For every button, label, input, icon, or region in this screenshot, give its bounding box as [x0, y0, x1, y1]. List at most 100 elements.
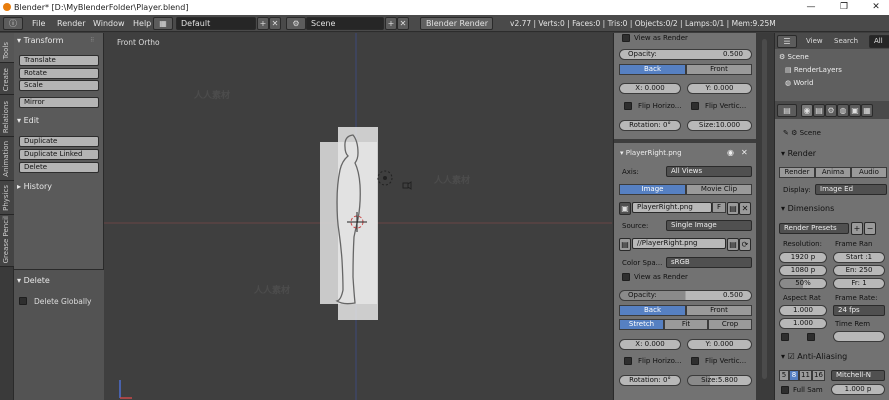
scene-dropdown[interactable]: Scene: [306, 17, 384, 30]
editor-type-icon[interactable]: ⓘ: [3, 17, 23, 30]
delete-button[interactable]: Delete: [19, 162, 99, 173]
image-entry-header[interactable]: ▾ PlayerRight.png: [620, 149, 682, 157]
x-offset-top-field[interactable]: X: 0.000: [619, 83, 681, 94]
axis-dropdown[interactable]: All Views: [666, 166, 752, 177]
back-toggle[interactable]: Back: [619, 305, 686, 316]
outliner-view-menu[interactable]: View: [806, 37, 823, 45]
texture-context-icon[interactable]: ▦: [861, 104, 873, 117]
time-remap-old-field[interactable]: [833, 331, 885, 342]
object-context-icon[interactable]: ▣: [849, 104, 861, 117]
crop-checkbox[interactable]: [807, 333, 815, 341]
anti-aliasing-panel-header[interactable]: ▾ ☑ Anti-Aliasing: [781, 352, 847, 361]
resolution-x-field[interactable]: 1920 p: [779, 252, 827, 263]
view-as-render-top-checkbox[interactable]: [622, 34, 630, 42]
image-browse-icon[interactable]: ▣: [619, 202, 631, 215]
y-offset-top-field[interactable]: Y: 0.000: [687, 83, 752, 94]
image-datablock-field[interactable]: PlayerRight.png: [632, 202, 712, 213]
front-toggle[interactable]: Front: [686, 305, 752, 316]
aa-samples-11[interactable]: 11: [799, 370, 812, 381]
remove-scene-icon[interactable]: ✕: [397, 17, 409, 30]
browse-file-icon[interactable]: ▤: [727, 238, 739, 251]
rotation-field[interactable]: Rotation: 0°: [619, 375, 681, 386]
back-toggle-top[interactable]: Back: [619, 64, 686, 75]
tab-physics[interactable]: Physics: [0, 181, 14, 215]
menu-help[interactable]: Help: [133, 19, 151, 28]
image-tab-toggle[interactable]: Image: [619, 184, 686, 195]
animation-button[interactable]: Anima: [815, 167, 851, 178]
tab-tools[interactable]: Tools: [0, 33, 14, 63]
movie-clip-tab-toggle[interactable]: Movie Clip: [686, 184, 752, 195]
border-checkbox[interactable]: [781, 333, 789, 341]
remove-image-icon[interactable]: ✕: [741, 148, 748, 157]
outliner-renderlayers-item[interactable]: ▤ RenderLayers: [785, 66, 842, 74]
minimize-button[interactable]: —: [801, 1, 821, 14]
x-offset-field[interactable]: X: 0.000: [619, 339, 681, 350]
filepath-field[interactable]: //PlayerRight.png: [632, 238, 726, 249]
color-space-dropdown[interactable]: sRGB: [666, 257, 752, 268]
screen-layout-icon[interactable]: ▦: [153, 17, 173, 30]
crop-toggle[interactable]: Crop: [708, 319, 752, 330]
anti-aliasing-checkbox[interactable]: ☑: [788, 352, 798, 361]
y-offset-field[interactable]: Y: 0.000: [687, 339, 752, 350]
properties-editor-icon[interactable]: ▤: [777, 104, 797, 117]
duplicate-linked-button[interactable]: Duplicate Linked: [19, 149, 99, 160]
dimensions-panel-header[interactable]: ▾ Dimensions: [781, 204, 834, 213]
aa-filter-size-field[interactable]: 1.000 p: [831, 384, 885, 395]
remove-preset-icon[interactable]: −: [864, 222, 876, 235]
render-panel-header[interactable]: ▾ Render: [781, 149, 816, 158]
outliner-scene-item[interactable]: ⚙ Scene: [779, 53, 809, 61]
world-context-icon[interactable]: ◍: [837, 104, 849, 117]
view-as-render-checkbox[interactable]: [622, 273, 630, 281]
full-sample-checkbox[interactable]: [781, 386, 789, 394]
frame-rate-dropdown[interactable]: 24 fps: [833, 305, 885, 316]
remove-layout-icon[interactable]: ✕: [269, 17, 281, 30]
front-toggle-top[interactable]: Front: [686, 64, 752, 75]
filepath-icon[interactable]: ▤: [619, 238, 631, 251]
edit-panel-header[interactable]: ▾ Edit: [17, 116, 39, 125]
mirror-button[interactable]: Mirror: [19, 97, 99, 108]
source-dropdown[interactable]: Single Image: [666, 220, 752, 231]
render-presets-dropdown[interactable]: Render Presets: [779, 223, 849, 234]
frame-end-field[interactable]: En: 250: [833, 265, 885, 276]
stretch-toggle[interactable]: Stretch: [619, 319, 664, 330]
render-engine-dropdown[interactable]: Blender Render: [420, 17, 493, 30]
outliner-world-item[interactable]: ◍ World: [785, 79, 813, 87]
outliner-search-menu[interactable]: Search: [834, 37, 858, 45]
render-button[interactable]: Render: [779, 167, 815, 178]
add-layout-icon[interactable]: +: [257, 17, 269, 30]
opacity-field[interactable]: Opacity: 0.500: [619, 290, 752, 301]
aspect-y-field[interactable]: 1.000: [779, 318, 827, 329]
size-field[interactable]: Size:5.800: [687, 375, 752, 386]
flip-horizontal-top-checkbox[interactable]: [624, 102, 632, 110]
flip-horizontal-checkbox[interactable]: [624, 357, 632, 365]
resolution-y-field[interactable]: 1080 p: [779, 265, 827, 276]
outliner-display-dropdown[interactable]: All: [869, 35, 889, 48]
scrollbar-handle[interactable]: [762, 39, 767, 379]
duplicate-button[interactable]: Duplicate: [19, 136, 99, 147]
screen-layout-dropdown[interactable]: Default: [176, 17, 256, 30]
delete-operator-header[interactable]: ▾ Delete: [17, 276, 50, 285]
open-image-icon[interactable]: ▤: [727, 202, 739, 215]
close-button[interactable]: ✕: [866, 1, 886, 14]
audio-button[interactable]: Audio: [851, 167, 887, 178]
fit-toggle[interactable]: Fit: [664, 319, 708, 330]
scene-icon[interactable]: ⚙: [286, 17, 306, 30]
flip-vertical-checkbox[interactable]: [691, 357, 699, 365]
add-scene-icon[interactable]: +: [385, 17, 397, 30]
renderlayers-context-icon[interactable]: ▤: [813, 104, 825, 117]
display-dropdown[interactable]: Image Ed: [815, 184, 887, 195]
reload-image-icon[interactable]: ⟳: [739, 238, 751, 251]
pin-icon[interactable]: ✎: [783, 129, 791, 137]
tab-grease-pencil[interactable]: Grease Pencil: [0, 215, 14, 267]
opacity-top-field[interactable]: Opacity: 0.500: [619, 49, 752, 60]
menu-render[interactable]: Render: [57, 19, 85, 28]
outliner-editor-icon[interactable]: ☰: [777, 35, 797, 48]
tab-animation[interactable]: Animation: [0, 137, 14, 181]
panel-grip-icon[interactable]: ⠿: [90, 37, 94, 44]
history-panel-header[interactable]: ▸ History: [17, 182, 52, 191]
3d-viewport[interactable]: Front Ortho 人人素材 人人素材 人人素材: [104, 33, 612, 400]
unlink-image-icon[interactable]: ✕: [739, 202, 751, 215]
visibility-eye-icon[interactable]: ◉: [727, 148, 734, 157]
editor-divider[interactable]: [756, 33, 774, 400]
transform-panel-header[interactable]: ▾ Transform: [17, 36, 63, 45]
